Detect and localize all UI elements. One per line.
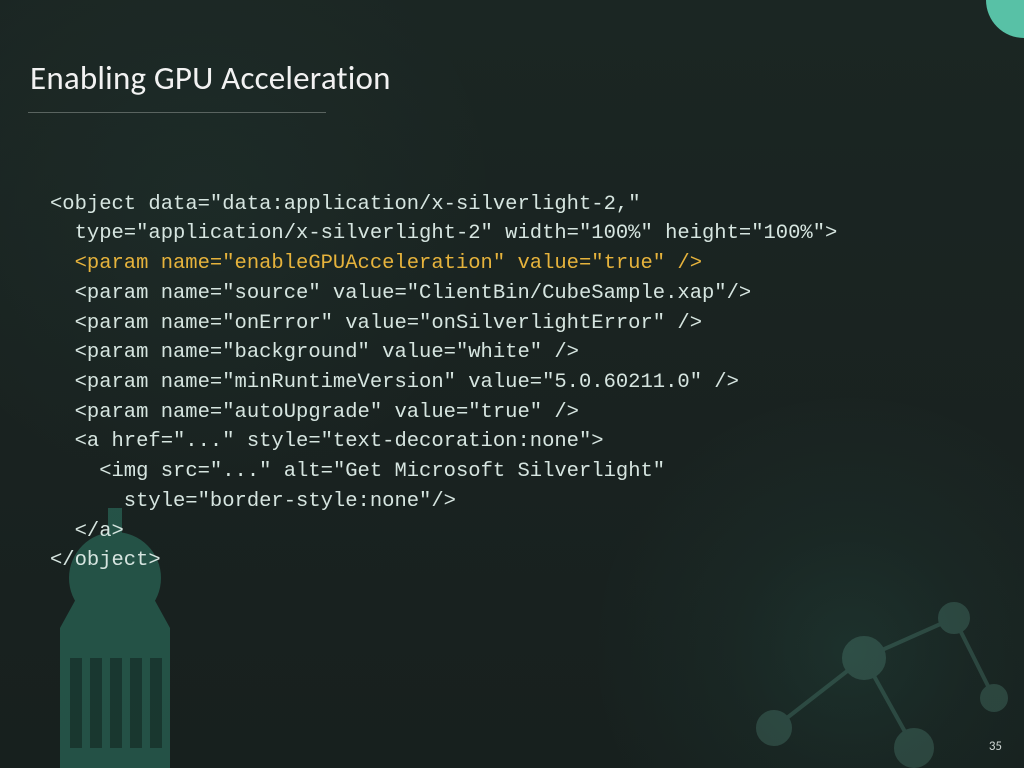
code-line: <object data="data:application/x-silverl…	[50, 193, 641, 216]
code-line: style="border-style:none"/>	[50, 487, 456, 517]
presentation-slide: Enabling GPU Acceleration <object data="…	[0, 0, 1024, 768]
code-line: <param name="autoUpgrade" value="true" /…	[50, 398, 579, 428]
code-line: <param name="background" value="white" /…	[50, 338, 579, 368]
code-line: type="application/x-silverlight-2" width…	[50, 219, 837, 249]
page-number: 35	[989, 739, 1002, 754]
slide-title: Enabling GPU Acceleration	[30, 58, 391, 98]
code-line: <param name="minRuntimeVersion" value="5…	[50, 368, 739, 398]
code-line: <param name="source" value="ClientBin/Cu…	[50, 279, 751, 309]
code-line: </a>	[50, 517, 124, 547]
code-line: <a href="..." style="text-decoration:non…	[50, 427, 604, 457]
code-line: <param name="onError" value="onSilverlig…	[50, 309, 702, 339]
code-line-highlight: <param name="enableGPUAcceleration" valu…	[50, 249, 702, 279]
title-underline	[28, 112, 326, 113]
code-line: <img src="..." alt="Get Microsoft Silver…	[50, 457, 665, 487]
code-line: </object>	[50, 549, 161, 572]
code-block: <object data="data:application/x-silverl…	[50, 160, 984, 576]
